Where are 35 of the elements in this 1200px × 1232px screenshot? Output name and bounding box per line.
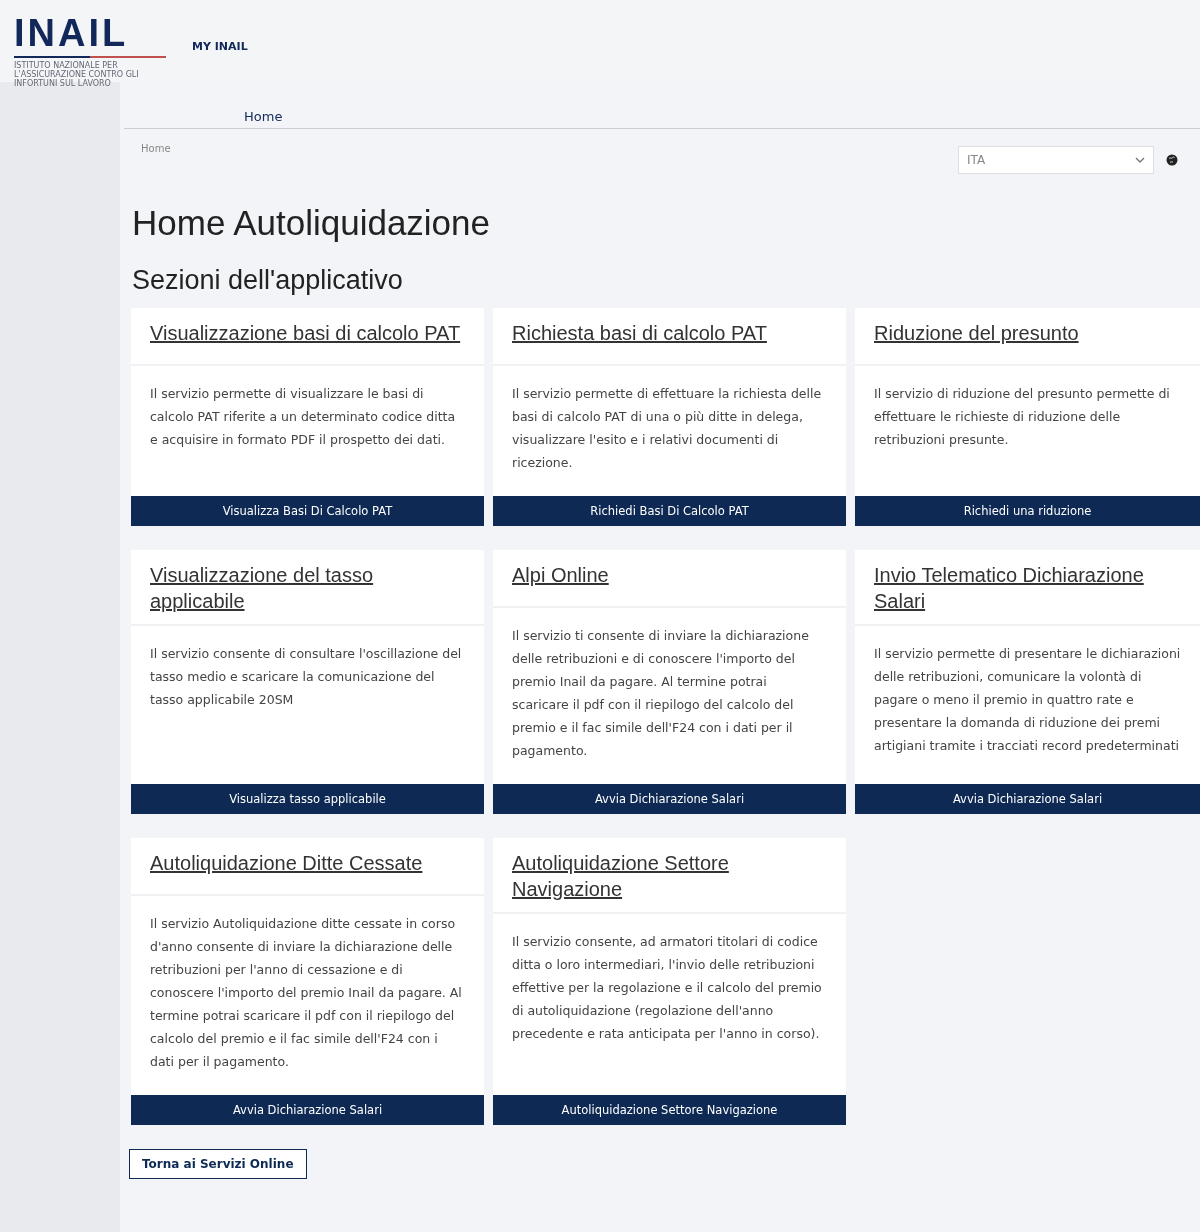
card-action-button[interactable]: Richiedi una riduzione — [855, 496, 1200, 526]
card-title-link[interactable]: Autoliquidazione Settore Navigazione — [512, 850, 827, 902]
card-action-button[interactable]: Avvia Dichiarazione Salari — [131, 1095, 484, 1125]
card-description: Il servizio Autoliquidazione ditte cessate in corso d'anno consente di inviare la dichiarazione delle retribuzioni per l'anno di cessazione e di conoscere l'importo del premio Inail da pagare. Al termine potrai scaricare il pdf con il riepilogo del calcolo del premio e il fac simile dell'F24 con i dati per il pagamento. — [150, 915, 463, 1071]
card-description: Il servizio permette di presentare le dichiarazioni delle retribuzioni, comunicare la volontà di pagare o meno il premio in quattro rate e presentare la domanda di riduzione dei premi artigiani tramite i tracciati record predeterminati — [874, 645, 1181, 755]
card-description: Il servizio ti consente di inviare la dichiarazione delle retribuzioni e di conoscere l'importo del premio Inail da pagare. Al termine potrai scaricare il pdf con il riepilogo del calcolo del premio e il fac simile dell'F24 con i dati per il pagamento. — [512, 627, 810, 760]
card-action-button[interactable]: Avvia Dichiarazione Salari — [493, 784, 846, 814]
chevron-down-icon — [1135, 157, 1145, 163]
back-button[interactable]: Torna ai Servizi Online — [129, 1149, 307, 1179]
card-title-link[interactable]: Invio Telematico Dichiarazione Salari — [874, 562, 1181, 614]
card-action-button[interactable]: Avvia Dichiarazione Salari — [855, 784, 1200, 814]
card-title-link[interactable]: Alpi Online — [512, 562, 609, 588]
card-action-button[interactable]: Visualizza Basi Di Calcolo PAT — [131, 496, 484, 526]
card-title-link[interactable]: Autoliquidazione Ditte Cessate — [150, 850, 423, 876]
card-description: Il servizio permette di effettuare la richiesta delle basi di calcolo PAT di una o più ditte in delega, visualizzare l'esito e i relativi documenti di ricezione. — [512, 385, 823, 472]
page-title: Home Autoliquidazione — [132, 203, 491, 243]
app-name: MY INAIL — [191, 40, 248, 53]
card-action-button[interactable]: Autoliquidazione Settore Navigazione — [493, 1095, 846, 1125]
language-select[interactable]: ITA — [958, 146, 1154, 174]
card-action-button[interactable]: Visualizza tasso applicabile — [131, 784, 484, 814]
section-heading: Sezioni dell'applicativo — [132, 265, 404, 296]
logo[interactable]: INAIL — [14, 14, 166, 52]
card-title-link[interactable]: Visualizzazione del tasso applicabile — [150, 562, 465, 614]
card-description: Il servizio consente di consultare l'oscillazione del tasso medio e scaricare la comunicazione del tasso applicabile 20SM — [150, 645, 463, 709]
card-title-link[interactable]: Visualizzazione basi di calcolo PAT — [150, 320, 461, 346]
card-description: Il servizio permette di visualizzare le basi di calcolo PAT riferite a un determinato codice ditta e acquisire in formato PDF il prospetto dei dati. — [150, 385, 457, 449]
card-description: Il servizio consente, ad armatori titolari di codice ditta o loro intermediari, l'invio delle retribuzioni effettive per la regolazione e il calcolo del premio di autoliquidazione (regolazione dell'anno precedente e rata anticipata per l'anno in corso). — [512, 933, 823, 1043]
globe-icon[interactable] — [1166, 154, 1178, 166]
nav-tab[interactable]: Home — [244, 109, 283, 124]
card-description: Il servizio di riduzione del presunto permette di effettuare le richieste di riduzione delle retribuzioni presunte. — [874, 385, 1171, 449]
card-title-link[interactable]: Richiesta basi di calcolo PAT — [512, 320, 767, 346]
card-title-link[interactable]: Riduzione del presunto — [874, 320, 1079, 346]
card-action-button[interactable]: Richiedi Basi Di Calcolo PAT — [493, 496, 846, 526]
logo-rule-icon — [14, 56, 166, 58]
logo-tagline: ISTITUTO NAZIONALE PER L'ASSICURAZIONE CONTRO GLI INFORTUNI SUL LAVORO — [14, 61, 140, 88]
